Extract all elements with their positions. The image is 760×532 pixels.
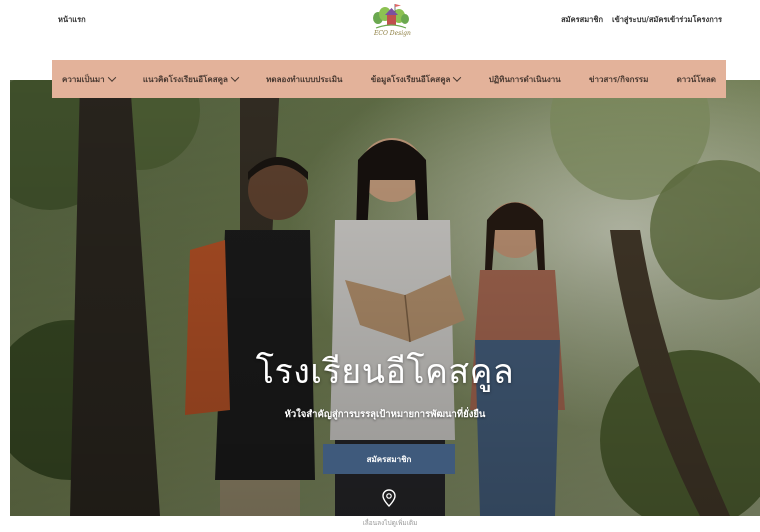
eco-school-logo[interactable] bbox=[368, 2, 414, 46]
nav-item-concept[interactable]: แนวคิดโรงเรียนอีโคสคูล bbox=[142, 73, 240, 86]
nav-item-school-info[interactable]: ข้อมูลโรงเรียนอีโคสคูล bbox=[370, 73, 462, 86]
nav-item-label: ข้อมูลโรงเรียนอีโคสคูล bbox=[370, 74, 451, 84]
page: หน้าแรก ECO Design สมัครสมาชิก เข้าสู่ระ… bbox=[0, 0, 760, 532]
nav-item-news[interactable]: ข่าวสาร/กิจกรรม bbox=[589, 73, 648, 86]
nav-item-history[interactable]: ความเป็นมา bbox=[62, 73, 116, 86]
nav-item-label: แนวคิดโรงเรียนอีโคสคูล bbox=[142, 74, 228, 84]
nav-item-label: ความเป็นมา bbox=[62, 74, 105, 84]
nav-item-label: ดาวน์โหลด bbox=[676, 74, 716, 84]
hero-banner: โรงเรียนอีโคสคูล หัวใจสำคัญสู่การบรรลุเป… bbox=[10, 80, 760, 516]
nav-item-label: ทดลองทำแบบประเมิน bbox=[266, 74, 343, 84]
nav-item-label: ปฏิทินการดำเนินงาน bbox=[488, 74, 561, 84]
register-link[interactable]: สมัครสมาชิก bbox=[561, 14, 603, 26]
logo-text: ECO Design bbox=[374, 30, 411, 37]
nav-item-calendar[interactable]: ปฏิทินการดำเนินงาน bbox=[489, 73, 561, 86]
map-pin-icon bbox=[382, 489, 396, 507]
chevron-down-icon bbox=[453, 73, 462, 82]
chevron-down-icon bbox=[230, 73, 240, 82]
hero-title: โรงเรียนอีโคสคูล bbox=[255, 352, 515, 392]
nav-item-label: ข่าวสาร/กิจกรรม bbox=[589, 74, 649, 84]
signup-button[interactable]: สมัครสมาชิก bbox=[323, 444, 455, 474]
nav-item-download[interactable]: ดาวน์โหลด bbox=[677, 73, 716, 86]
top-right-links: สมัครสมาชิก เข้าสู่ระบบ/สมัครเข้าร่วมโคร… bbox=[561, 14, 722, 26]
scroll-hint[interactable]: เลื่อนลงไปดูเพิ่มเติม bbox=[0, 518, 760, 528]
main-nav: ความเป็นมา แนวคิดโรงเรียนอีโคสคูล ทดลองท… bbox=[52, 60, 726, 98]
nav-item-assessment[interactable]: ทดลองทำแบบประเมิน bbox=[266, 73, 342, 86]
top-header: หน้าแรก ECO Design สมัครสมาชิก เข้าสู่ระ… bbox=[0, 0, 760, 52]
hero-subtitle: หัวใจสำคัญสู่การบรรลุเป้าหมายการพัฒนาที่… bbox=[284, 409, 486, 420]
login-link[interactable]: เข้าสู่ระบบ/สมัครเข้าร่วมโครงการ bbox=[612, 14, 722, 26]
chevron-down-icon bbox=[107, 73, 116, 82]
home-link[interactable]: หน้าแรก bbox=[58, 14, 86, 26]
